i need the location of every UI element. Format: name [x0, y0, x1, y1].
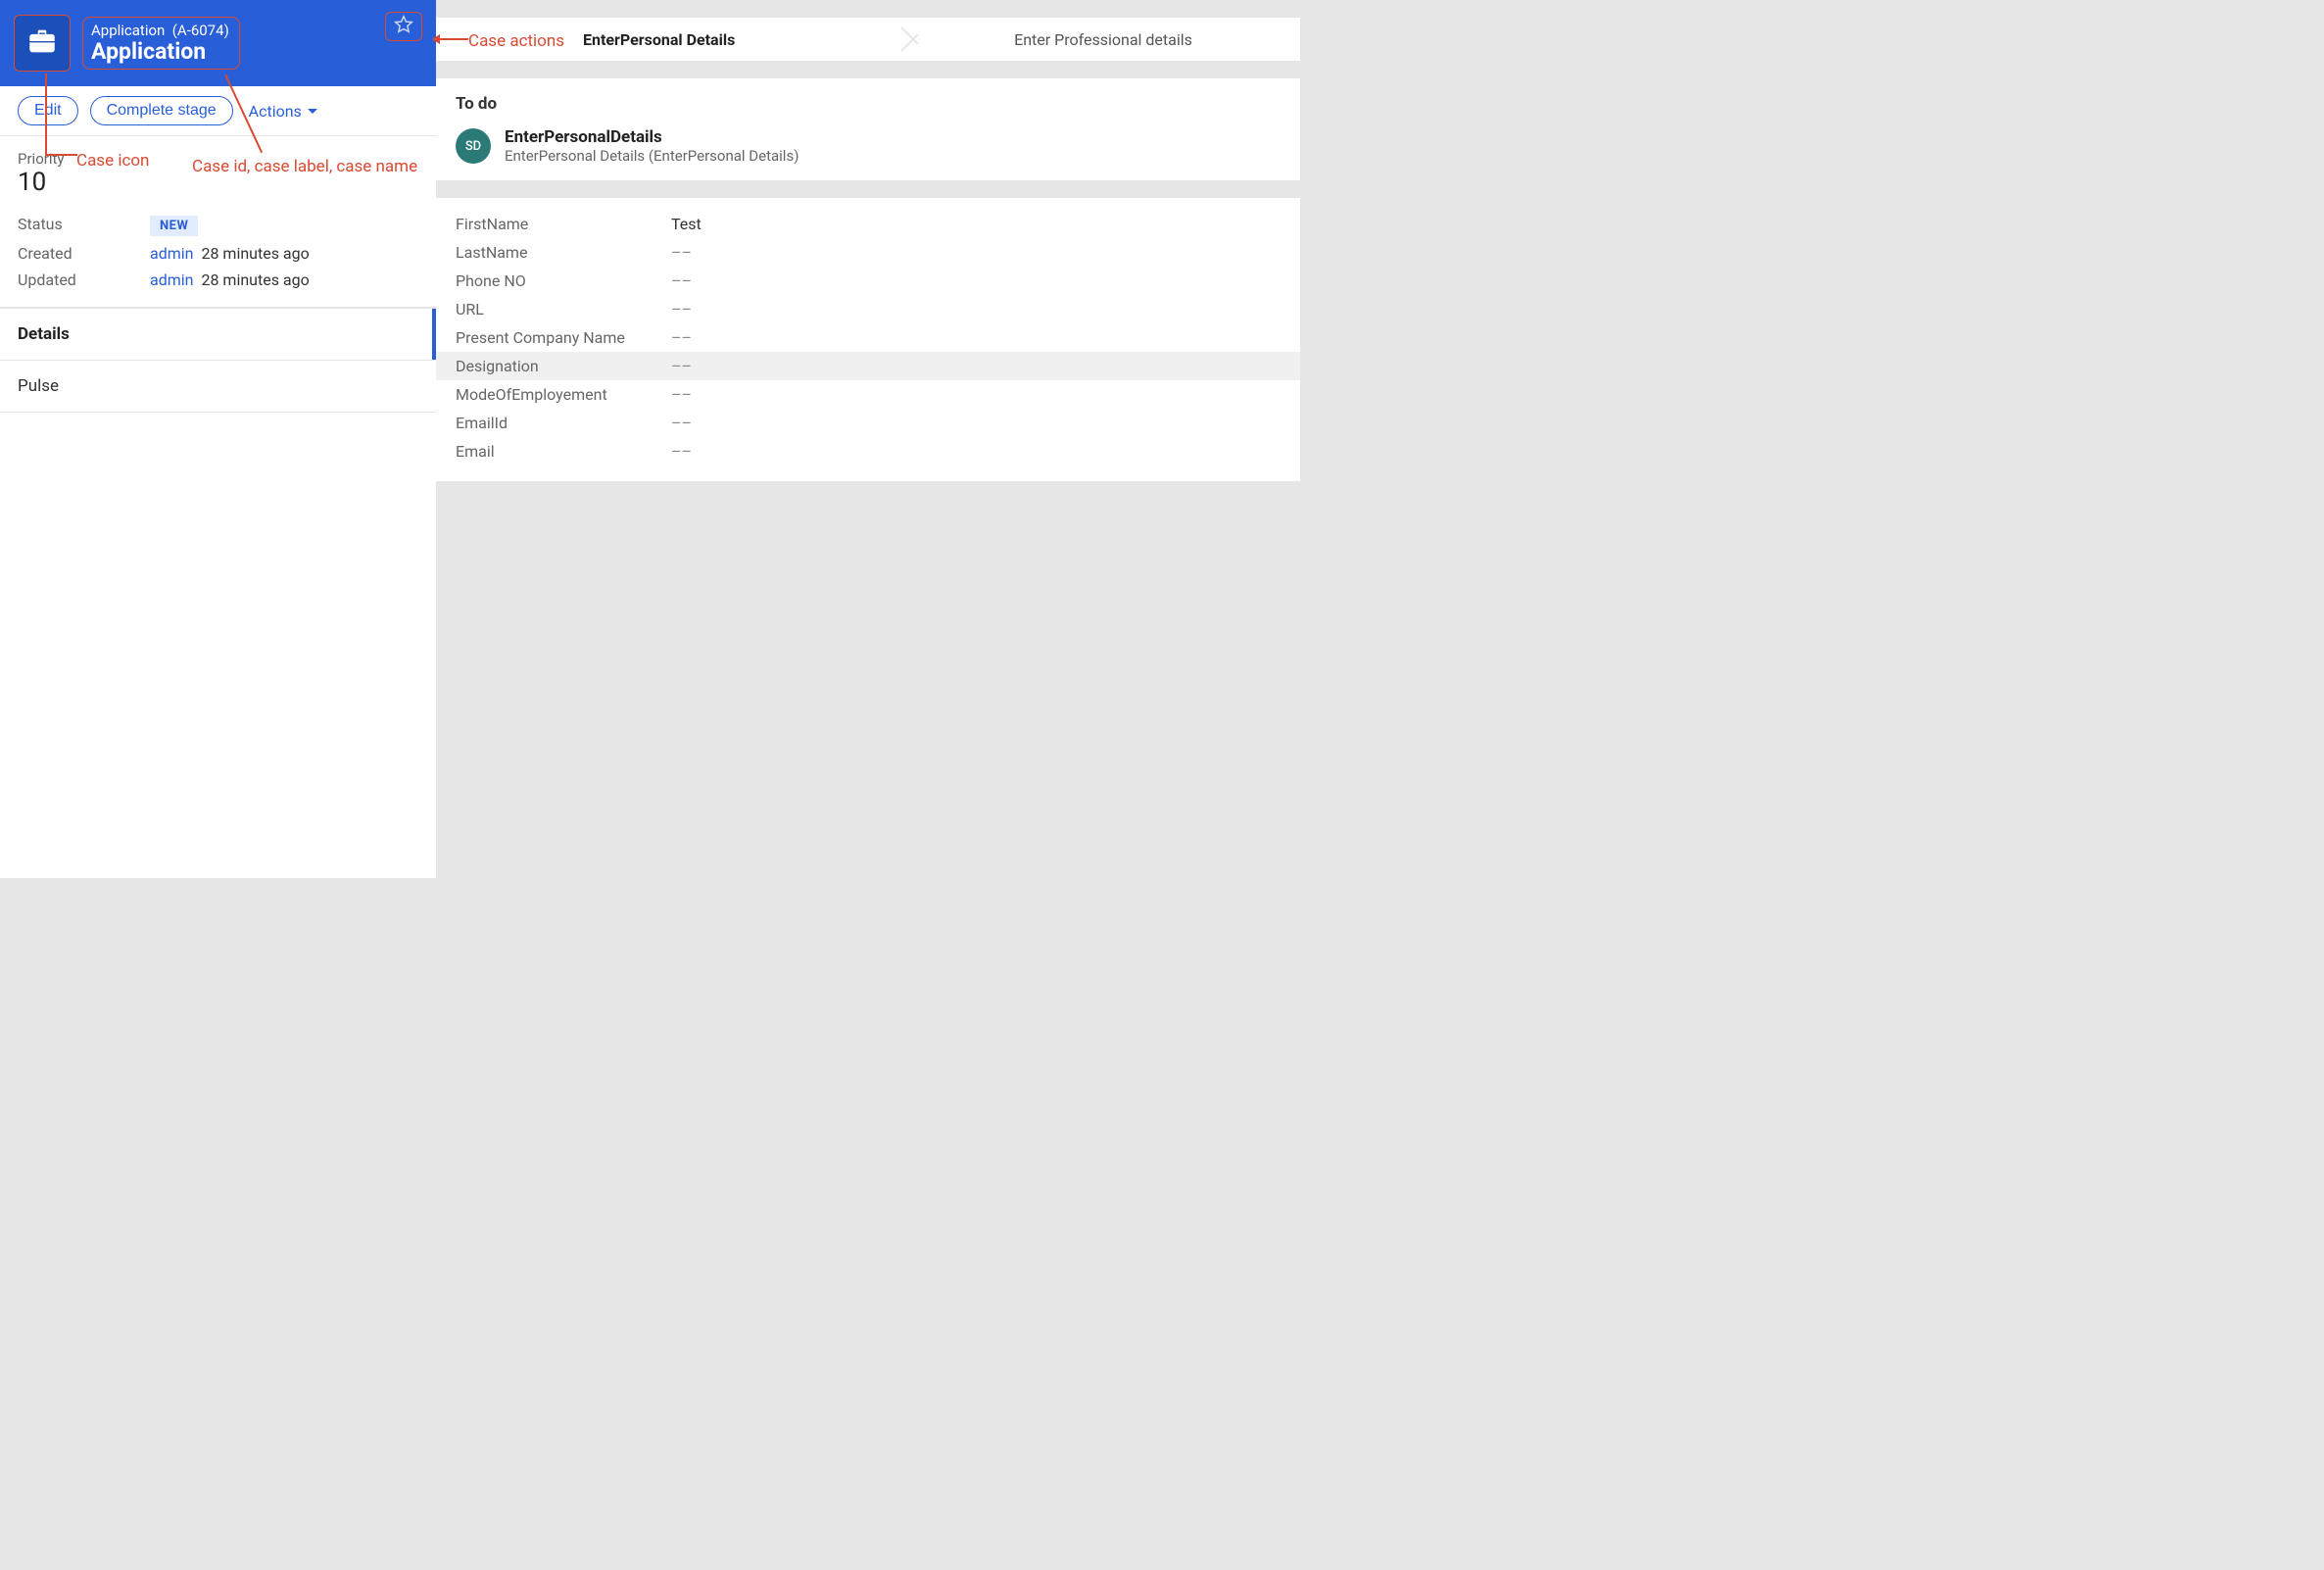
- crumb-step2[interactable]: Enter Professional details: [906, 18, 1300, 61]
- stage-breadcrumb: EnterPersonal Details Enter Professional…: [436, 18, 1300, 61]
- case-id: (A-6074): [172, 22, 229, 39]
- right-panel: EnterPersonal Details Enter Professional…: [436, 0, 1300, 878]
- form-key: Designation: [456, 357, 671, 375]
- tab-details[interactable]: Details: [0, 309, 436, 361]
- form-row: Designation––: [436, 352, 1300, 380]
- tab-pulse[interactable]: Pulse: [0, 361, 436, 413]
- case-toolbar: Edit Complete stage Actions: [0, 86, 436, 136]
- case-name: Application: [91, 39, 229, 64]
- form-key: Present Company Name: [456, 328, 671, 347]
- form-key: EmailId: [456, 414, 671, 432]
- form-key: ModeOfEmployement: [456, 385, 671, 404]
- created-user[interactable]: admin: [150, 244, 193, 263]
- annotation-arrow: [433, 38, 468, 40]
- created-ago: 28 minutes ago: [201, 244, 309, 263]
- form-row: LastName––: [436, 238, 1300, 267]
- updated-user[interactable]: admin: [150, 270, 193, 289]
- form-key: Phone NO: [456, 271, 671, 290]
- todo-item[interactable]: SD EnterPersonalDetails EnterPersonal De…: [456, 127, 1281, 165]
- priority-label: Priority: [18, 150, 418, 168]
- form-value: ––: [671, 328, 692, 347]
- chevron-down-icon: [308, 109, 317, 114]
- form-key: Email: [456, 442, 671, 461]
- form-card: FirstNameTestLastName––Phone NO––URL––Pr…: [436, 198, 1300, 481]
- form-row: Phone NO––: [436, 267, 1300, 295]
- left-tabs: Details Pulse: [0, 308, 436, 413]
- todo-title: To do: [456, 94, 1281, 114]
- actions-label: Actions: [249, 102, 302, 121]
- avatar: SD: [456, 128, 491, 164]
- form-row: EmailId––: [436, 409, 1300, 437]
- form-row: ModeOfEmployement––: [436, 380, 1300, 409]
- edit-button[interactable]: Edit: [18, 96, 78, 125]
- priority-value: 10: [18, 168, 418, 197]
- case-header: Application (A-6074) Application: [0, 0, 436, 86]
- form-key: LastName: [456, 243, 671, 262]
- case-title-block: Application (A-6074) Application: [82, 17, 240, 69]
- favorite-button[interactable]: [385, 12, 422, 41]
- crumb-step1-label: EnterPersonal Details: [583, 30, 735, 49]
- form-row: URL––: [436, 295, 1300, 323]
- star-icon: [393, 14, 414, 39]
- form-value: ––: [671, 271, 692, 290]
- case-icon: [14, 15, 71, 72]
- briefcase-icon: [25, 25, 59, 62]
- complete-stage-button[interactable]: Complete stage: [90, 96, 233, 125]
- status-label: Status: [18, 215, 150, 236]
- form-key: URL: [456, 300, 671, 319]
- form-key: FirstName: [456, 215, 671, 233]
- todo-main: EnterPersonalDetails: [505, 127, 799, 147]
- form-value: Test: [671, 215, 702, 233]
- form-row: Present Company Name––: [436, 323, 1300, 352]
- updated-ago: 28 minutes ago: [201, 270, 309, 289]
- form-value: ––: [671, 414, 692, 432]
- todo-sub: EnterPersonal Details (EnterPersonal Det…: [505, 147, 799, 165]
- case-summary: Priority 10 Status NEW Created admin 28 …: [0, 136, 436, 308]
- case-label: Application: [91, 22, 165, 39]
- crumb-step2-label: Enter Professional details: [1014, 30, 1192, 49]
- form-row: Email––: [436, 437, 1300, 466]
- form-value: ––: [671, 442, 692, 461]
- left-panel: Application (A-6074) Application Case ic…: [0, 0, 436, 878]
- actions-menu[interactable]: Actions: [249, 102, 317, 121]
- created-label: Created: [18, 244, 150, 263]
- todo-card: To do SD EnterPersonalDetails EnterPerso…: [436, 78, 1300, 180]
- form-value: ––: [671, 385, 692, 404]
- form-row: FirstNameTest: [436, 210, 1300, 238]
- form-value: ––: [671, 243, 692, 262]
- updated-label: Updated: [18, 270, 150, 289]
- form-value: ––: [671, 357, 692, 375]
- form-value: ––: [671, 300, 692, 319]
- status-badge: NEW: [150, 216, 198, 236]
- crumb-step1[interactable]: EnterPersonal Details: [436, 18, 906, 61]
